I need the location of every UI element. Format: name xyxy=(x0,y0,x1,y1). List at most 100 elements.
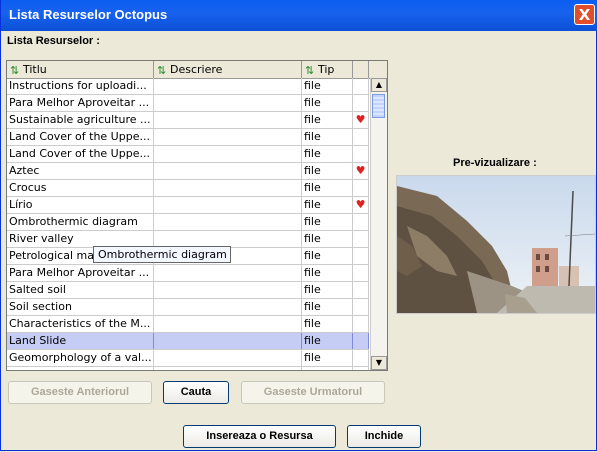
table-row[interactable]: Para Melhor Aproveitar ... file xyxy=(7,95,369,112)
close-button[interactable]: Inchide xyxy=(347,425,421,448)
table-row[interactable]: Ombrothermic diagram file xyxy=(7,214,369,231)
cell-description xyxy=(154,214,302,230)
resource-table: ⇅ Titlu ⇅ Descriere ⇅ Tip Instructions for … xyxy=(6,60,388,371)
cell-title: Lírio xyxy=(7,197,154,213)
cell-type: file xyxy=(302,248,353,264)
cell-description xyxy=(154,316,302,332)
landslide-photo xyxy=(397,176,596,313)
cell-description xyxy=(154,78,302,94)
favorite-heart-icon xyxy=(353,350,369,366)
cell-type: file xyxy=(302,163,353,179)
table-row[interactable]: Crocus file xyxy=(7,180,369,197)
cell-description xyxy=(154,333,302,349)
cell-description xyxy=(154,231,302,247)
cell-type: file xyxy=(302,146,353,162)
table-row[interactable]: Land Cover of the Uppe... file xyxy=(7,146,369,163)
favorite-heart-icon xyxy=(353,367,369,370)
favorite-heart-icon xyxy=(353,265,369,281)
column-header-title[interactable]: ⇅ Titlu xyxy=(7,61,154,78)
cell-type: file xyxy=(302,265,353,281)
table-row[interactable]: Sustainable agriculture ... file ♥ xyxy=(7,112,369,129)
find-previous-button[interactable]: Gaseste Anteriorul xyxy=(8,381,152,404)
cell-description xyxy=(154,367,302,370)
cell-type: file xyxy=(302,112,353,128)
cell-title: Sustainable agriculture ... xyxy=(7,112,154,128)
title-bar[interactable]: Lista Resurselor Octopus X xyxy=(1,0,597,31)
insert-resource-button[interactable]: Insereaza o Resursa xyxy=(183,425,336,448)
cell-description xyxy=(154,350,302,366)
cell-description xyxy=(154,146,302,162)
cell-description xyxy=(154,163,302,179)
table-scrollbar[interactable]: ▲ ▼ xyxy=(370,78,387,370)
column-header-description[interactable]: ⇅ Descriere xyxy=(154,61,302,78)
favorite-heart-icon xyxy=(353,146,369,162)
cell-description xyxy=(154,197,302,213)
table-row[interactable]: Salted soil file xyxy=(7,282,369,299)
table-row[interactable]: Land Slide file xyxy=(7,333,369,350)
close-window-button[interactable]: X xyxy=(574,4,595,25)
cell-type: file xyxy=(302,282,353,298)
favorite-heart-icon xyxy=(353,95,369,111)
table-header: ⇅ Titlu ⇅ Descriere ⇅ Tip xyxy=(7,61,387,79)
table-row[interactable]: Lírio file ♥ xyxy=(7,197,369,214)
cell-title: Salted soil xyxy=(7,282,154,298)
cell-title: Land Cover of the Uppe... xyxy=(7,146,154,162)
tooltip: Ombrothermic diagram xyxy=(93,246,231,263)
sort-icon: ⇅ xyxy=(10,63,20,77)
dialog-window: Lista Resurselor Octopus X Lista Resurse… xyxy=(0,0,597,451)
column-header-type[interactable]: ⇅ Tip xyxy=(302,61,353,78)
scroll-thumb[interactable] xyxy=(372,94,385,118)
cell-title: Instructions for uploadi... xyxy=(7,78,154,94)
cell-description xyxy=(154,299,302,315)
table-row[interactable]: Soil section file xyxy=(7,299,369,316)
cell-description xyxy=(154,95,302,111)
table-row[interactable]: CALDEIRAS DE ALTO ... file xyxy=(7,367,369,370)
table-row[interactable]: Para Melhor Aproveitar ... file xyxy=(7,265,369,282)
table-row[interactable]: Instructions for uploadi... file xyxy=(7,78,369,95)
favorite-heart-icon xyxy=(353,299,369,315)
favorite-heart-icon xyxy=(353,129,369,145)
cell-type: file xyxy=(302,197,353,213)
cell-description xyxy=(154,265,302,281)
cell-title: Crocus xyxy=(7,180,154,196)
favorite-heart-icon xyxy=(353,333,369,349)
favorite-heart-icon: ♥ xyxy=(353,197,369,213)
column-header-favorite[interactable] xyxy=(353,61,369,78)
favorite-heart-icon xyxy=(353,282,369,298)
cell-title: Aztec xyxy=(7,163,154,179)
cell-type: file xyxy=(302,231,353,247)
cell-type: file xyxy=(302,350,353,366)
table-body: Instructions for uploadi... file Para Melh… xyxy=(7,78,369,370)
search-button[interactable]: Cauta xyxy=(163,381,229,404)
cell-description xyxy=(154,282,302,298)
cell-description xyxy=(154,180,302,196)
table-row[interactable]: Land Cover of the Uppe... file xyxy=(7,129,369,146)
preview-image xyxy=(396,175,596,314)
favorite-heart-icon xyxy=(353,231,369,247)
cell-description xyxy=(154,112,302,128)
window-title: Lista Resurselor Octopus xyxy=(9,7,168,22)
table-row[interactable]: Characteristics of the M... file xyxy=(7,316,369,333)
cell-title: Para Melhor Aproveitar ... xyxy=(7,95,154,111)
cell-type: file xyxy=(302,299,353,315)
cell-type: file xyxy=(302,316,353,332)
cell-type: file xyxy=(302,95,353,111)
cell-type: file xyxy=(302,129,353,145)
favorite-heart-icon xyxy=(353,316,369,332)
cell-title: Land Slide xyxy=(7,333,154,349)
cell-title: Land Cover of the Uppe... xyxy=(7,129,154,145)
scroll-down-icon[interactable]: ▼ xyxy=(371,356,387,370)
cell-type: file xyxy=(302,367,353,370)
section-label: Lista Resurselor : xyxy=(7,35,100,47)
favorite-heart-icon: ♥ xyxy=(353,163,369,179)
favorite-heart-icon: ♥ xyxy=(353,112,369,128)
cell-title: Para Melhor Aproveitar ... xyxy=(7,265,154,281)
cell-title: CALDEIRAS DE ALTO ... xyxy=(7,367,154,370)
sort-icon: ⇅ xyxy=(157,63,167,77)
table-row[interactable]: Aztec file ♥ xyxy=(7,163,369,180)
cell-title: Ombrothermic diagram xyxy=(7,214,154,230)
find-next-button[interactable]: Gaseste Urmatorul xyxy=(241,381,385,404)
table-row[interactable]: Geomorphology of a val... file xyxy=(7,350,369,367)
scroll-up-icon[interactable]: ▲ xyxy=(371,78,387,92)
cell-title: River valley xyxy=(7,231,154,247)
